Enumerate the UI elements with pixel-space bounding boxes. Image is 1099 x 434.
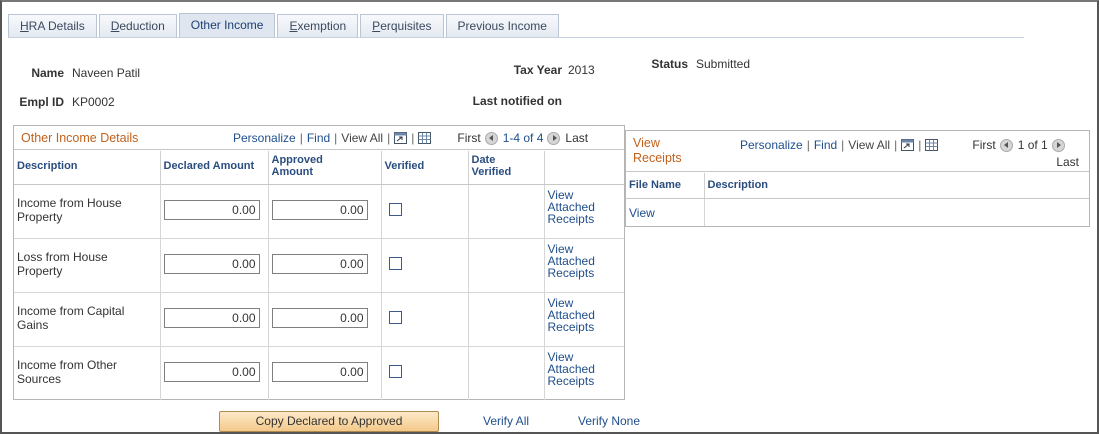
status-value: Submitted: [696, 57, 751, 71]
tab-previous-income[interactable]: Previous Income: [445, 14, 559, 37]
col-declared-amount: Declared Amount: [160, 151, 269, 185]
date-verified-cell: [468, 238, 545, 293]
view-attached-receipts-link[interactable]: View Attached Receipts: [544, 184, 624, 239]
row-description: Income from Capital Gains: [14, 292, 161, 347]
row-description: Income from House Property: [14, 184, 161, 239]
view-all-link[interactable]: View All: [341, 131, 383, 145]
view-attached-receipts-link[interactable]: View Attached Receipts: [544, 292, 624, 347]
tab-exemption[interactable]: Exemption: [277, 14, 359, 37]
last-notified-label: Last notified on: [472, 94, 562, 108]
personalize-link[interactable]: Personalize: [740, 138, 803, 152]
view-file-link[interactable]: View: [626, 198, 705, 226]
tab-bar: HRA Details Deduction Other Income Exemp…: [8, 13, 561, 37]
view-receipts-grid-nav: Personalize | Find | View All | | First …: [740, 138, 1065, 152]
page-frame: HRA Details Deduction Other Income Exemp…: [0, 0, 1099, 434]
verified-checkbox[interactable]: [388, 310, 402, 324]
name-label: Name: [31, 66, 64, 80]
next-arrow-icon[interactable]: [547, 131, 561, 145]
date-verified-cell: [468, 184, 545, 239]
view-all-link[interactable]: View All: [848, 138, 890, 152]
date-verified-cell: [468, 292, 545, 347]
view-receipts-table: File Name Description View: [626, 173, 1089, 226]
first-label: First: [972, 138, 996, 152]
approved-amount-input[interactable]: [271, 199, 368, 220]
declared-amount-input[interactable]: [163, 253, 260, 274]
date-verified-cell: [468, 346, 545, 400]
previous-arrow-icon[interactable]: [999, 138, 1013, 152]
other-income-grid-nav: Personalize | Find | View All | | First …: [233, 131, 589, 145]
tax-year-value: 2013: [568, 63, 595, 77]
zoom-grid-icon[interactable]: [394, 132, 408, 144]
other-income-table: Description Declared Amount Approved Amou…: [14, 151, 624, 400]
col-receipts: [544, 151, 624, 185]
col-file-name: File Name: [626, 173, 705, 199]
other-income-grid-header: Other Income Details Personalize | Find …: [14, 126, 624, 150]
col-date-verified: Date Verified: [468, 151, 545, 185]
approved-amount-input[interactable]: [271, 307, 368, 328]
last-label: Last: [1056, 155, 1079, 169]
verified-checkbox[interactable]: [388, 256, 402, 270]
row-range: 1 of 1: [1017, 138, 1048, 152]
row-range: 1-4 of 4: [502, 131, 544, 145]
view-attached-receipts-link[interactable]: View Attached Receipts: [544, 346, 624, 400]
tab-hra-details[interactable]: HRA Details: [8, 14, 97, 37]
table-row: Loss from HouseProperty ViewAttachedRece…: [14, 238, 624, 293]
tab-perquisites[interactable]: Perquisites: [360, 14, 444, 37]
copy-declared-to-approved-button[interactable]: Copy Declared to Approved: [219, 411, 439, 432]
last-label: Last: [565, 131, 589, 145]
name-value: Naveen Patil: [72, 66, 141, 80]
empl-id-label: Empl ID: [19, 95, 64, 109]
table-row: Income from CapitalGains ViewAttachedRec…: [14, 292, 624, 347]
declared-amount-input[interactable]: [163, 361, 260, 382]
view-receipts-grid: View Receipts Personalize | Find | View A…: [625, 130, 1090, 227]
tab-other-income[interactable]: Other Income: [178, 13, 276, 37]
previous-arrow-icon[interactable]: [484, 131, 498, 145]
verified-checkbox[interactable]: [388, 202, 402, 216]
approved-amount-input[interactable]: [271, 361, 368, 382]
table-row: Income from HouseProperty ViewAttachedRe…: [14, 184, 624, 239]
row-description: Loss from House Property: [14, 238, 161, 293]
receipt-description-cell: [704, 198, 1089, 226]
first-label: First: [457, 131, 481, 145]
zoom-grid-icon[interactable]: [901, 139, 915, 151]
other-income-grid: Other Income Details Personalize | Find …: [13, 125, 625, 400]
col-description: Description: [14, 151, 161, 185]
empl-id-value: KP0002: [72, 95, 115, 109]
status-label: Status: [651, 57, 688, 71]
tax-year-label: Tax Year: [513, 63, 562, 77]
tab-deduction[interactable]: Deduction: [98, 14, 177, 37]
download-spreadsheet-icon[interactable]: [925, 139, 939, 151]
view-receipts-grid-title: View Receipts: [633, 136, 682, 165]
col-receipt-description: Description: [704, 173, 1089, 199]
find-link[interactable]: Find: [307, 131, 330, 145]
tab-divider: [8, 37, 1024, 38]
verify-all-link[interactable]: Verify All: [483, 414, 529, 428]
table-row: View: [626, 198, 1089, 226]
personalize-link[interactable]: Personalize: [233, 131, 296, 145]
view-attached-receipts-link[interactable]: View Attached Receipts: [544, 238, 624, 293]
find-link[interactable]: Find: [814, 138, 837, 152]
col-verified: Verified: [381, 151, 469, 185]
other-income-grid-title: Other Income Details: [21, 131, 139, 145]
next-arrow-icon[interactable]: [1051, 138, 1065, 152]
view-receipts-grid-header: View Receipts Personalize | Find | View A…: [626, 131, 1089, 172]
verify-none-link[interactable]: Verify None: [578, 414, 640, 428]
row-description: Income from Other Sources: [14, 346, 161, 400]
col-approved-amount: Approved Amount: [268, 151, 382, 185]
declared-amount-input[interactable]: [163, 199, 260, 220]
download-spreadsheet-icon[interactable]: [418, 132, 432, 144]
verified-checkbox[interactable]: [388, 364, 402, 378]
table-row: Income from OtherSources ViewAttachedRec…: [14, 346, 624, 400]
approved-amount-input[interactable]: [271, 253, 368, 274]
declared-amount-input[interactable]: [163, 307, 260, 328]
